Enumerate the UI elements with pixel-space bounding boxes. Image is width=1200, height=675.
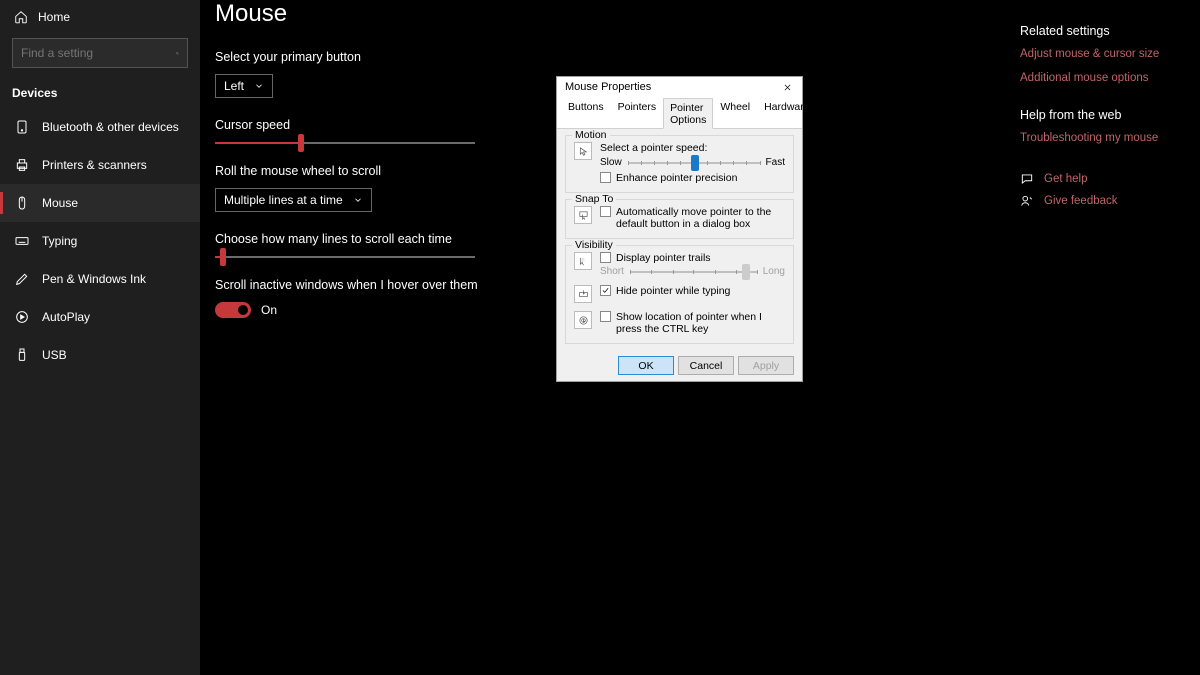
close-button[interactable]: [772, 77, 802, 97]
motion-title: Motion: [572, 129, 610, 141]
sidebar: Home Devices Bluetooth & other devices P…: [0, 0, 200, 675]
trails-checkbox[interactable]: Display pointer trails: [600, 252, 785, 264]
visibility-group: Visibility Display pointer trails Short …: [565, 245, 794, 344]
usb-icon: [14, 347, 30, 363]
printer-icon: [14, 157, 30, 173]
sidebar-item-usb[interactable]: USB: [0, 336, 200, 374]
mouse-properties-dialog: Mouse Properties Buttons Pointers Pointe…: [556, 76, 803, 382]
visibility-title: Visibility: [572, 239, 616, 251]
pointer-speed-label: Select a pointer speed:: [600, 142, 785, 154]
trails-slider: [630, 271, 757, 273]
trails-label: Display pointer trails: [616, 252, 711, 264]
link-adjust-cursor[interactable]: Adjust mouse & cursor size: [1020, 48, 1200, 60]
checkbox-icon: [600, 252, 611, 263]
trails-icon: [574, 252, 592, 270]
search-input-wrap[interactable]: [12, 38, 188, 68]
ok-button[interactable]: OK: [618, 356, 674, 375]
enhance-label: Enhance pointer precision: [616, 172, 737, 184]
sidebar-item-pen[interactable]: Pen & Windows Ink: [0, 260, 200, 298]
snapto-group: Snap To Automatically move pointer to th…: [565, 199, 794, 239]
tab-wheel[interactable]: Wheel: [713, 97, 757, 128]
pen-icon: [14, 271, 30, 287]
roll-dropdown[interactable]: Multiple lines at a time: [215, 188, 372, 212]
cursor-speed-slider[interactable]: [215, 142, 475, 144]
fast-label: Fast: [766, 157, 785, 168]
right-column: Related settings Adjust mouse & cursor s…: [1020, 24, 1200, 216]
snapto-title: Snap To: [572, 193, 616, 205]
motion-group: Motion Select a pointer speed: Slow Fast: [565, 135, 794, 193]
slow-label: Slow: [600, 157, 622, 168]
help-text: Get help: [1044, 173, 1087, 185]
home-label: Home: [38, 10, 70, 24]
chat-icon: [1020, 172, 1034, 186]
tab-pointer-options[interactable]: Pointer Options: [663, 98, 713, 129]
snapto-icon: [574, 206, 592, 224]
snapto-checkbox[interactable]: Automatically move pointer to the defaul…: [600, 206, 785, 230]
search-input[interactable]: [21, 46, 176, 60]
snapto-label: Automatically move pointer to the defaul…: [616, 206, 785, 230]
enhance-precision-checkbox[interactable]: Enhance pointer precision: [600, 172, 785, 184]
long-label: Long: [763, 266, 785, 277]
chevron-down-icon: [254, 81, 264, 91]
hide-label: Hide pointer while typing: [616, 285, 730, 297]
checkbox-icon: [600, 285, 611, 296]
autoplay-icon: [14, 309, 30, 325]
tab-pointers[interactable]: Pointers: [611, 97, 664, 128]
hide-typing-icon: [574, 285, 592, 303]
dialog-titlebar[interactable]: Mouse Properties: [557, 77, 802, 97]
sidebar-item-autoplay[interactable]: AutoPlay: [0, 298, 200, 336]
checkbox-icon: [600, 172, 611, 183]
chevron-down-icon: [353, 195, 363, 205]
cancel-button[interactable]: Cancel: [678, 356, 734, 375]
bluetooth-icon: [14, 119, 30, 135]
toggle-text: On: [261, 303, 277, 317]
sidebar-item-label: USB: [42, 348, 67, 362]
checkbox-icon: [600, 206, 611, 217]
home-icon: [14, 10, 28, 24]
checkbox-icon: [600, 311, 611, 322]
section-label: Devices: [0, 78, 200, 108]
tab-buttons[interactable]: Buttons: [561, 97, 611, 128]
feedback-icon: [1020, 194, 1034, 208]
pointer-speed-icon: [574, 142, 592, 160]
search-icon: [176, 47, 179, 60]
feedback-text: Give feedback: [1044, 195, 1118, 207]
sidebar-item-label: Bluetooth & other devices: [42, 120, 179, 134]
hide-typing-checkbox[interactable]: Hide pointer while typing: [600, 285, 785, 297]
dialog-buttons: OK Cancel Apply: [557, 350, 802, 381]
lines-slider[interactable]: [215, 256, 475, 258]
sidebar-item-label: Typing: [42, 234, 77, 248]
short-label: Short: [600, 266, 624, 277]
link-additional-options[interactable]: Additional mouse options: [1020, 72, 1200, 84]
keyboard-icon: [14, 233, 30, 249]
ctrl-label: Show location of pointer when I press th…: [616, 311, 785, 335]
dropdown-value: Multiple lines at a time: [224, 193, 343, 207]
tab-hardware[interactable]: Hardware: [757, 97, 817, 128]
related-heading: Related settings: [1020, 24, 1200, 38]
toggle-switch: [215, 302, 251, 318]
sidebar-item-label: Mouse: [42, 196, 78, 210]
link-troubleshoot[interactable]: Troubleshooting my mouse: [1020, 132, 1200, 144]
dialog-title: Mouse Properties: [565, 81, 651, 93]
mouse-icon: [14, 195, 30, 211]
close-icon: [783, 83, 792, 92]
feedback-link[interactable]: Give feedback: [1020, 194, 1200, 208]
sidebar-item-typing[interactable]: Typing: [0, 222, 200, 260]
primary-button-dropdown[interactable]: Left: [215, 74, 273, 98]
sidebar-item-printers[interactable]: Printers & scanners: [0, 146, 200, 184]
apply-button[interactable]: Apply: [738, 356, 794, 375]
sidebar-item-mouse[interactable]: Mouse: [0, 184, 200, 222]
help-heading: Help from the web: [1020, 108, 1200, 122]
dialog-tabs: Buttons Pointers Pointer Options Wheel H…: [557, 97, 802, 129]
sidebar-item-label: AutoPlay: [42, 310, 90, 324]
sidebar-item-label: Printers & scanners: [42, 158, 147, 172]
sidebar-item-bluetooth[interactable]: Bluetooth & other devices: [0, 108, 200, 146]
ctrl-locate-icon: [574, 311, 592, 329]
sidebar-item-label: Pen & Windows Ink: [42, 272, 146, 286]
pointer-speed-slider[interactable]: [628, 162, 760, 164]
dropdown-value: Left: [224, 79, 244, 93]
get-help-link[interactable]: Get help: [1020, 172, 1200, 186]
home-link[interactable]: Home: [0, 0, 200, 34]
ctrl-locate-checkbox[interactable]: Show location of pointer when I press th…: [600, 311, 785, 335]
